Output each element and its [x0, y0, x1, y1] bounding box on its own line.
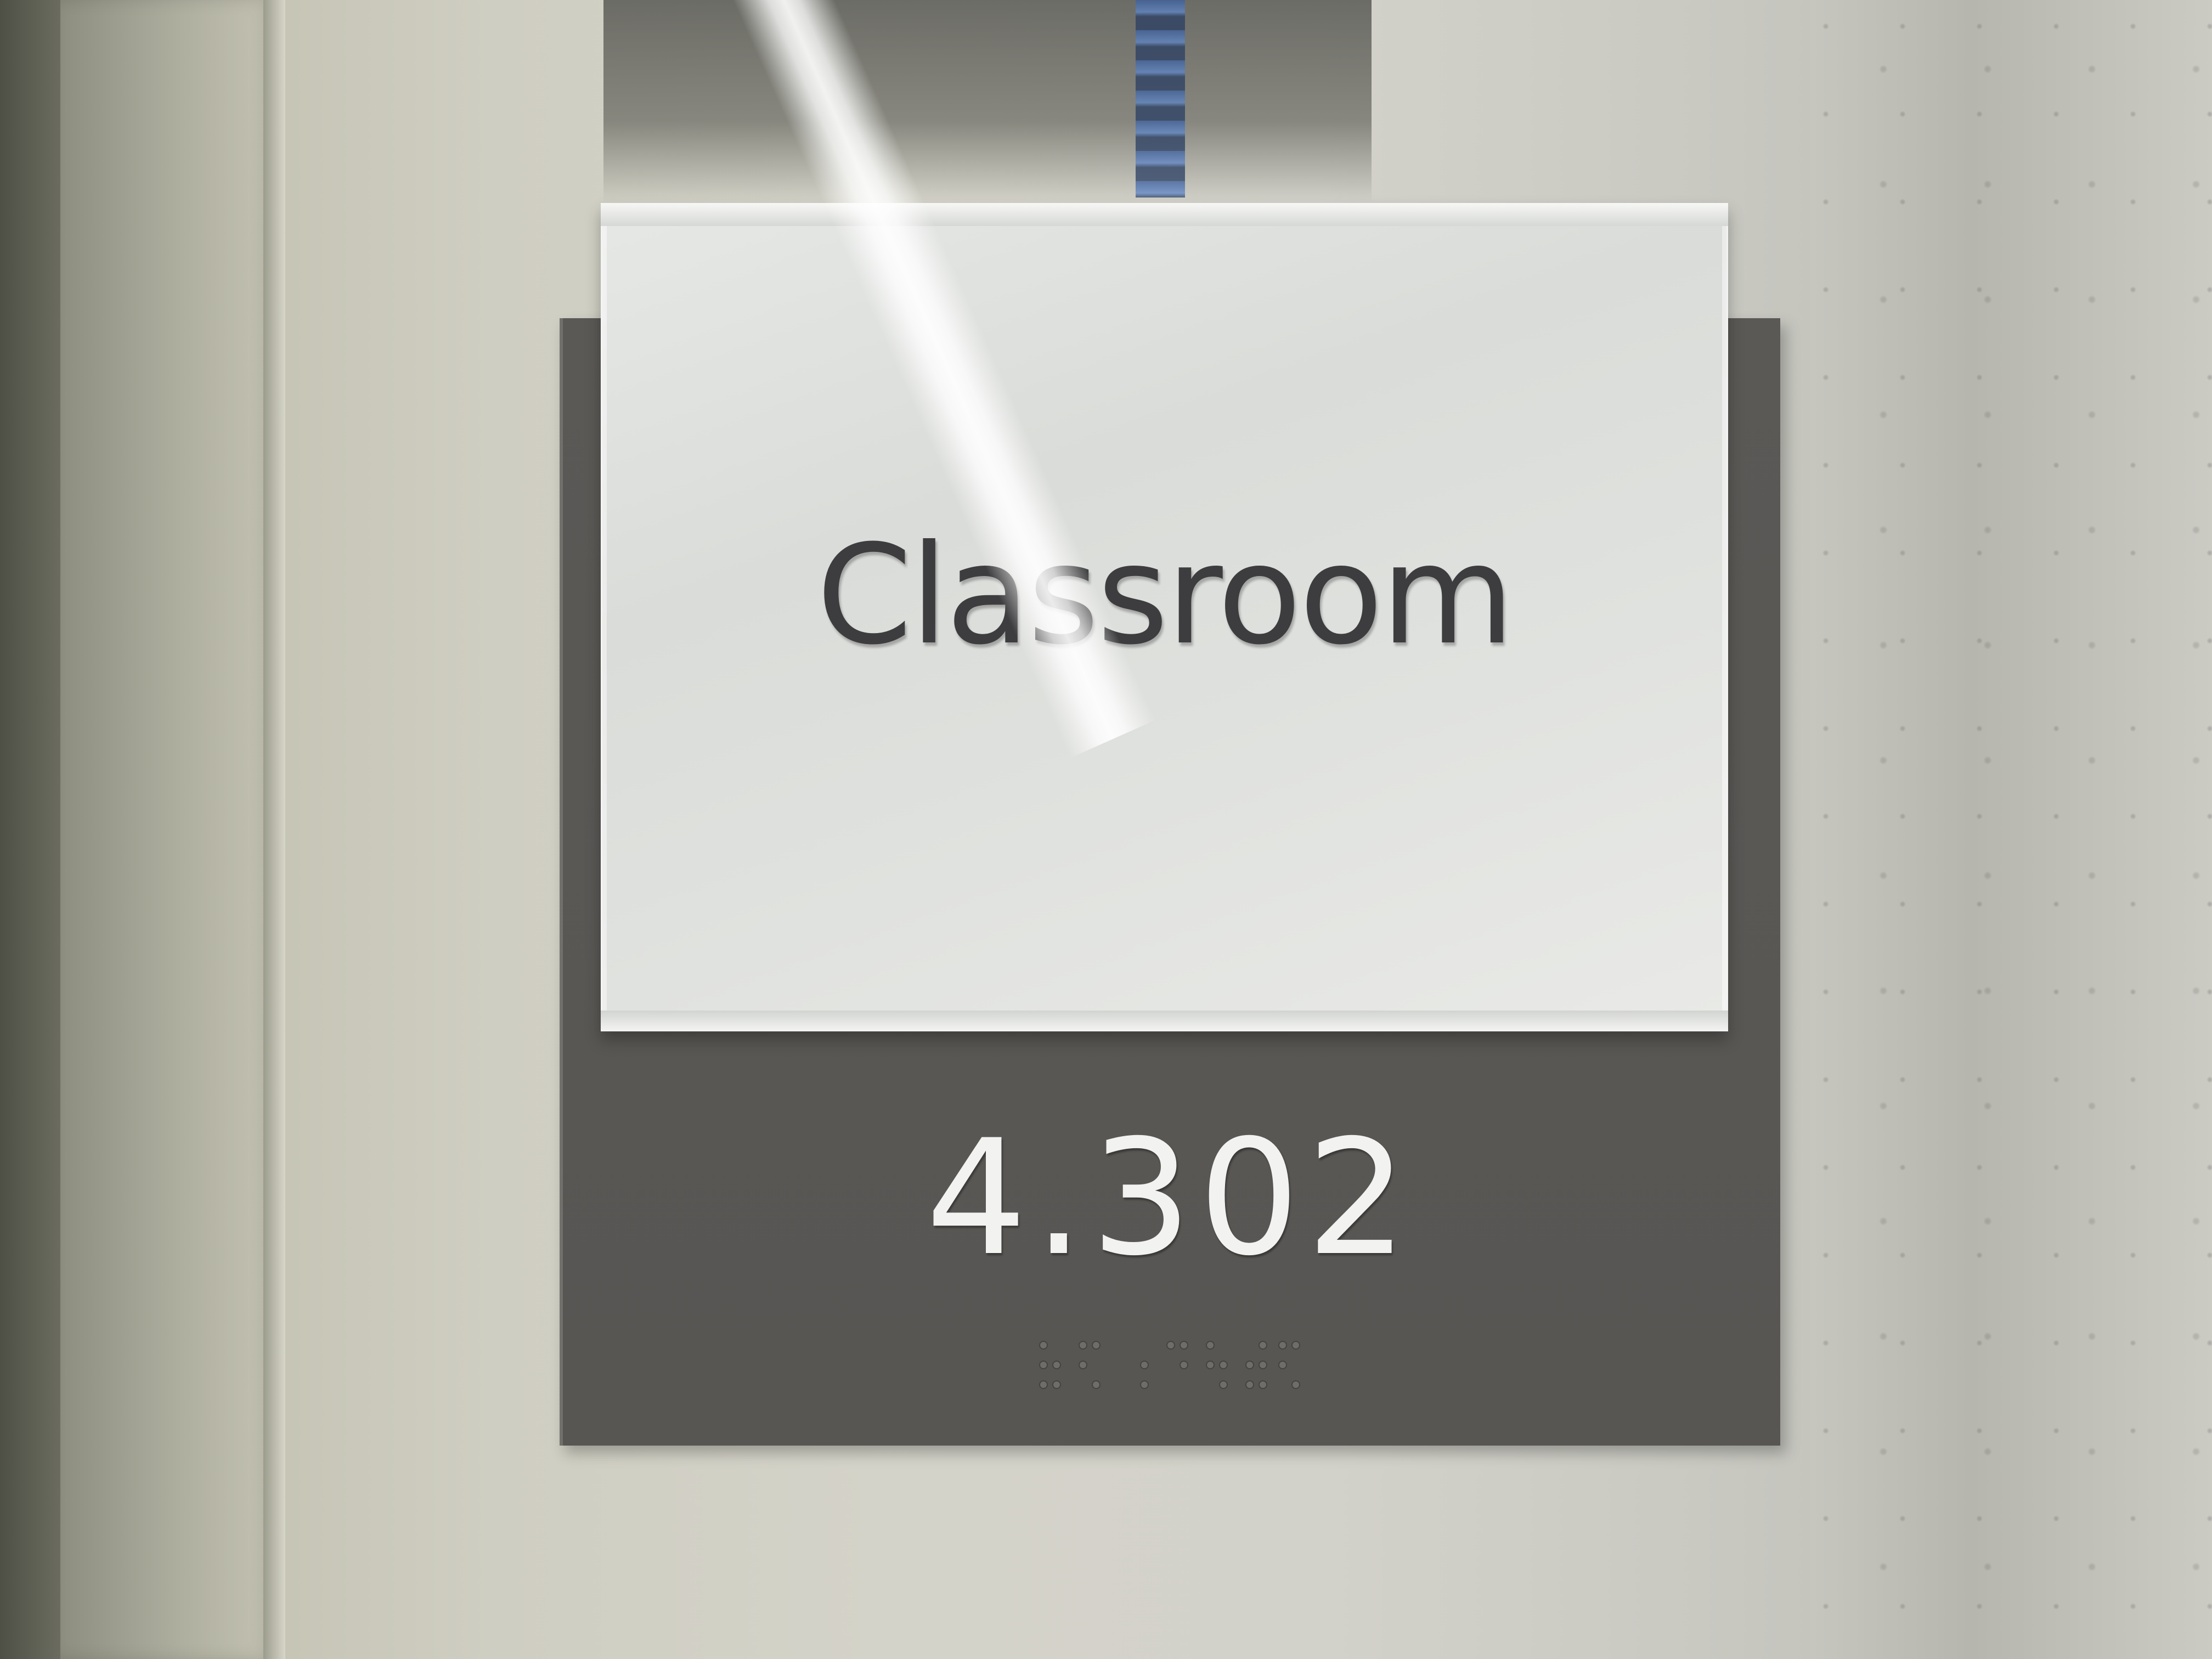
concrete-wall: [1810, 0, 2212, 1659]
blue-light-reflection: [1136, 0, 1185, 198]
glass-panel-bottom-edge: [601, 1011, 1728, 1031]
room-name-label: Classroom: [816, 515, 1514, 675]
ceiling-reflection: [603, 0, 1372, 203]
braille-dots: [1037, 1339, 1300, 1391]
braille-icon: [1039, 1341, 1300, 1389]
door-frame-shadow: [0, 0, 60, 1659]
photo-scene: Classroom 4.302: [0, 0, 2212, 1659]
room-number-label: 4.302: [926, 1106, 1414, 1291]
door-frame: [60, 0, 274, 1659]
glass-panel-top-edge: [601, 203, 1728, 226]
door-frame-edge: [263, 0, 285, 1659]
